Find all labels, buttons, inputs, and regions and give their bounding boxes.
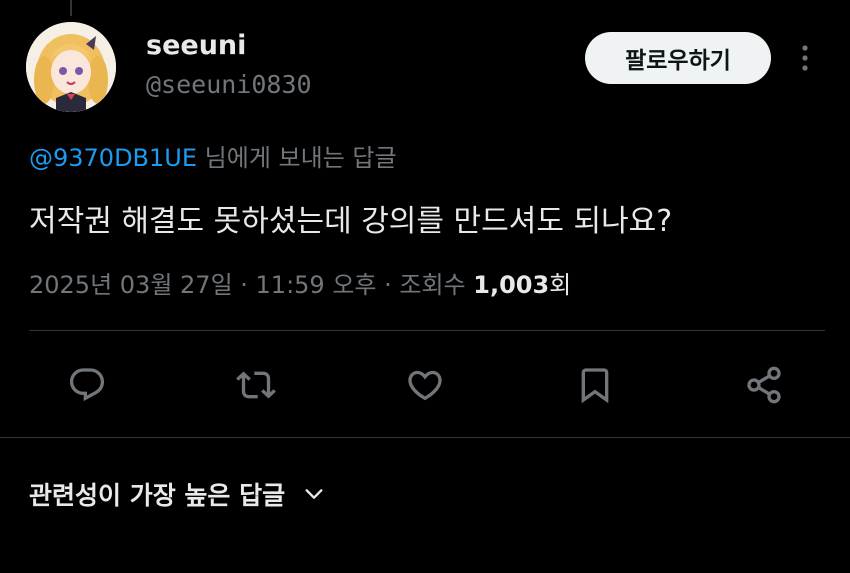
share-button[interactable] (739, 360, 789, 410)
reply-sort-dropdown[interactable]: 관련성이 가장 높은 답글 (29, 476, 325, 512)
share-icon (747, 366, 781, 404)
avatar-image (26, 22, 116, 112)
views-suffix: 회 (549, 271, 572, 299)
like-button[interactable] (400, 360, 450, 410)
reply-sort-label: 관련성이 가장 높은 답글 (29, 481, 286, 510)
reply-mention-link[interactable]: @9370DB1UE (29, 144, 197, 172)
divider (29, 330, 825, 331)
thread-connector-line (70, 0, 72, 16)
retweet-button[interactable] (231, 360, 281, 410)
follow-button[interactable]: 팔로우하기 (585, 32, 771, 84)
reply-context-suffix: 님에게 보내는 답글 (197, 144, 397, 172)
tweet-meta: 2025년 03월 27일 · 11:59 오후 · 조회수 1,003회 (29, 265, 571, 300)
author-name[interactable]: seeuni (146, 30, 246, 61)
reply-context: @9370DB1UE 님에게 보내는 답글 (29, 138, 397, 173)
divider (0, 437, 850, 438)
reply-button[interactable] (62, 360, 112, 410)
bookmark-button[interactable] (570, 360, 620, 410)
retweet-icon (236, 371, 276, 399)
timestamp[interactable]: 2025년 03월 27일 · 11:59 오후 · 조회수 (29, 271, 473, 299)
like-icon (408, 370, 442, 401)
author-handle[interactable]: @seeuni0830 (146, 70, 312, 99)
tweet-text: 저작권 해결도 못하셨는데 강의를 만드셔도 되나요? (29, 204, 673, 239)
reply-icon (69, 368, 105, 402)
more-options-icon[interactable] (793, 42, 817, 74)
bookmark-icon (581, 368, 609, 404)
avatar[interactable] (26, 22, 116, 112)
chevron-down-icon (305, 489, 323, 499)
views-count[interactable]: 1,003 (473, 271, 549, 299)
